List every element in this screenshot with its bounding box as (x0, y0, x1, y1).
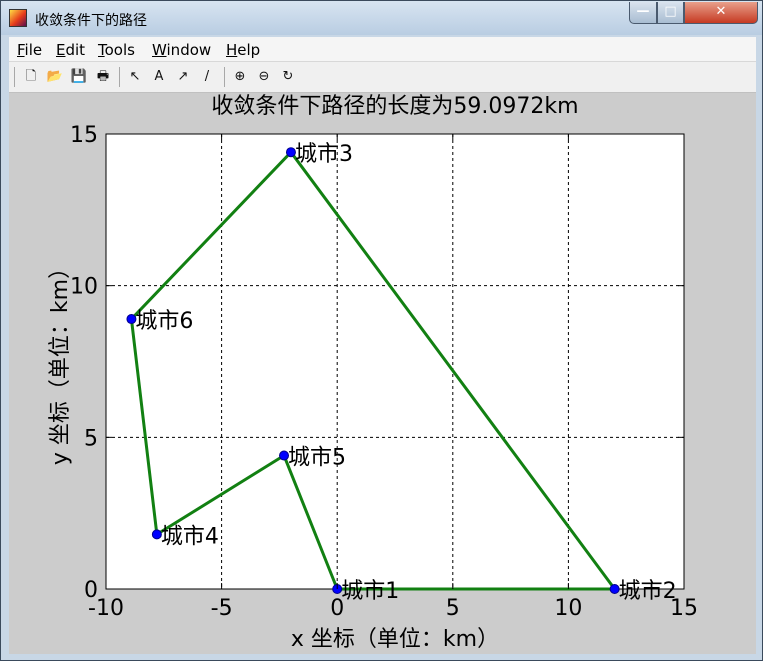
figure-window: 收敛条件下的路径 — □ ✕ File Edit Tools Window He… (0, 0, 763, 661)
open-file-icon[interactable]: 📂 (46, 68, 64, 86)
matlab-app-icon (9, 9, 27, 27)
toolbar-separator (119, 67, 120, 87)
figure-canvas: 城市1 城市2 城市3 城市4 城市5 城市6 -10 -5 0 5 10 15 0 5 10 15 收敛条… (9, 93, 756, 654)
insert-arrow-icon[interactable]: ↗ (174, 68, 192, 86)
x-tick-label: 15 (670, 596, 698, 621)
x-tick-label: 10 (554, 596, 582, 621)
y-tick-label: 5 (84, 426, 98, 451)
x-tick-label: -5 (211, 596, 233, 621)
figure-toolbar: 🗋 📂 💾 🖶 ↖ A ↗ / ⊕ ⊖ ↻ (9, 62, 756, 93)
title-bar[interactable]: 收敛条件下的路径 — □ ✕ (1, 1, 762, 35)
menu-file[interactable]: File (17, 41, 42, 59)
y-tick-label: 15 (70, 123, 98, 148)
close-button[interactable]: ✕ (684, 2, 758, 24)
city-label: 城市6 (135, 309, 193, 334)
menu-edit[interactable]: Edit (56, 41, 85, 59)
x-tick-label: 5 (446, 596, 460, 621)
minimize-button[interactable]: — (629, 2, 657, 24)
route-plot: 城市1 城市2城市3城市4城市5城市6 -10 -5 0 5 10 15051015 收敛条… (48, 94, 698, 652)
menu-window[interactable]: Window (152, 41, 211, 59)
city-label: 城市1 (341, 579, 399, 604)
edit-plot-arrow-icon[interactable]: ↖ (126, 68, 144, 86)
save-icon[interactable]: 💾 (70, 68, 88, 86)
zoom-out-icon[interactable]: ⊖ (255, 68, 273, 86)
rotate-3d-icon[interactable]: ↻ (279, 68, 297, 86)
print-icon[interactable]: 🖶 (94, 68, 112, 86)
y-axis-label: y 坐标（单位：km） (48, 257, 73, 465)
zoom-in-icon[interactable]: ⊕ (231, 68, 249, 86)
city-label: 城市5 (288, 446, 346, 471)
window-title: 收敛条件下的路径 (35, 13, 147, 29)
x-axis-label: x 坐标（单位：km） (291, 627, 499, 652)
menu-help[interactable]: Help (226, 41, 260, 59)
city-label: 城市3 (295, 142, 353, 167)
insert-text-icon[interactable]: A (150, 68, 168, 86)
y-tick-label: 0 (84, 578, 98, 603)
insert-line-icon[interactable]: / (198, 68, 216, 86)
city-label: 城市4 (161, 524, 219, 549)
toolbar-separator (224, 67, 225, 87)
new-figure-icon[interactable]: 🗋 (22, 68, 40, 86)
maximize-button[interactable]: □ (657, 2, 684, 24)
chart-title: 收敛条件下路径的长度为59.0972km (211, 94, 578, 119)
menu-tools[interactable]: Tools (98, 41, 135, 59)
city-label: 城市2 (619, 579, 677, 604)
menu-bar: File Edit Tools Window Help (9, 37, 756, 62)
toolbar-grip (14, 67, 15, 87)
x-tick-label: 0 (330, 596, 344, 621)
y-tick-label: 10 (70, 275, 98, 300)
